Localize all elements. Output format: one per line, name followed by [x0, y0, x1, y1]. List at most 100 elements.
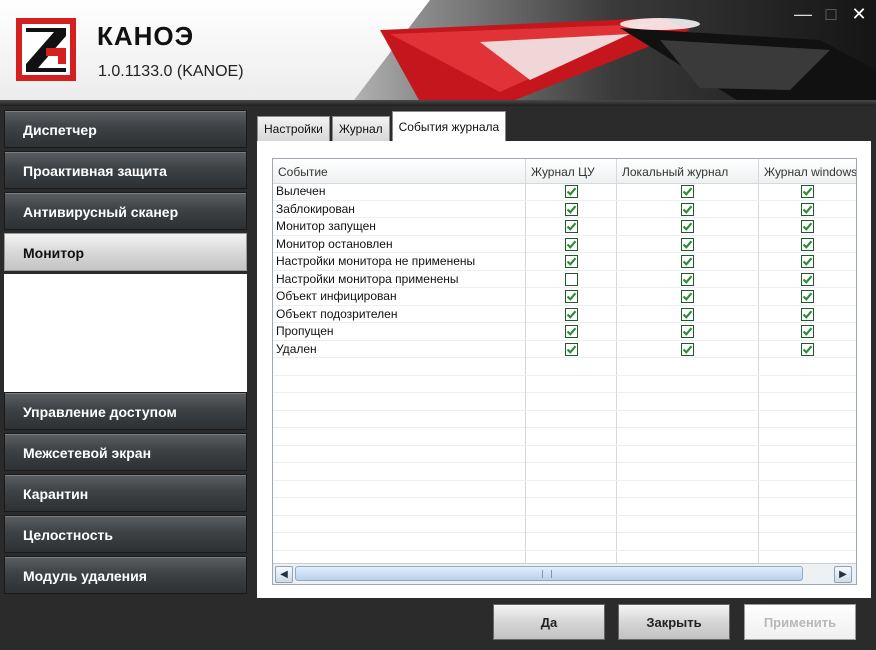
checkbox-cell	[759, 533, 856, 550]
sidebar-item-integrity[interactable]: Целостность	[4, 515, 247, 553]
checkbox-cell	[526, 218, 617, 235]
table-row: Пропущен	[273, 323, 856, 341]
log-checkbox[interactable]	[681, 237, 694, 251]
log-checkbox[interactable]	[564, 202, 578, 216]
table-row: Вылечен	[273, 183, 856, 201]
checkbox-cell	[759, 481, 856, 498]
log-checkbox[interactable]	[564, 272, 578, 286]
log-checkbox[interactable]	[801, 290, 814, 303]
log-checkbox[interactable]	[564, 237, 578, 251]
checkbox-cell	[526, 305, 617, 323]
column-header-cu-log[interactable]: Журнал ЦУ	[526, 159, 617, 183]
sidebar-item-antivirus-scanner[interactable]: Антивирусный сканер	[4, 192, 247, 230]
checkbox-cell	[617, 393, 759, 410]
checkbox-cell	[759, 288, 856, 305]
sidebar-item-proactive-protection[interactable]: Проактивная защита	[4, 151, 247, 189]
maximize-button[interactable]: □	[822, 5, 840, 24]
checkbox-cell	[526, 235, 617, 253]
log-checkbox[interactable]	[801, 325, 814, 338]
log-checkbox[interactable]	[681, 342, 694, 356]
log-checkbox[interactable]	[564, 307, 578, 321]
checkbox-cell	[617, 445, 759, 463]
event-name: Объект инфицирован	[273, 288, 526, 305]
log-checkbox[interactable]	[564, 255, 578, 268]
apply-button[interactable]: Применить	[744, 604, 856, 640]
log-checkbox[interactable]	[801, 342, 814, 356]
column-header-windows-log[interactable]: Журнал windows	[759, 159, 856, 183]
checkbox-cell	[617, 533, 759, 550]
checkbox-cell	[759, 183, 856, 200]
checkbox-cell	[617, 515, 759, 533]
sidebar-item-monitor[interactable]: Монитор	[4, 233, 247, 271]
log-checkbox[interactable]	[681, 185, 694, 198]
ok-button[interactable]: Да	[493, 604, 605, 640]
main-panel: Настройки Журнал События журнала Событие…	[257, 110, 871, 598]
event-name: Настройки монитора не применены	[273, 253, 526, 270]
checkbox-cell	[759, 236, 856, 253]
app-name: КАНОЭ	[97, 21, 195, 51]
column-header-event[interactable]: Событие	[273, 159, 526, 183]
log-checkbox[interactable]	[681, 290, 694, 303]
checkbox-cell	[759, 323, 856, 340]
sidebar-item-firewall[interactable]: Межсетевой экран	[4, 433, 247, 471]
table-row	[273, 358, 856, 376]
log-checkbox[interactable]	[801, 255, 814, 268]
sidebar-item-access-control[interactable]: Управление доступом	[4, 392, 247, 430]
tab-log[interactable]: Журнал	[331, 116, 390, 142]
checkbox-cell	[526, 200, 617, 218]
close-button[interactable]: Закрыть	[618, 604, 730, 640]
log-checkbox[interactable]	[564, 325, 578, 338]
tab-log-events[interactable]: События журнала	[391, 111, 507, 142]
log-checkbox[interactable]	[801, 202, 814, 216]
grip-icon	[542, 570, 552, 578]
table-row: Настройки монитора не применены	[273, 253, 856, 271]
event-name	[273, 533, 526, 550]
table-row: Настройки монитора применены	[273, 270, 856, 288]
close-window-button[interactable]: ✕	[850, 5, 868, 24]
log-checkbox[interactable]	[681, 202, 694, 216]
table-row: Заблокирован	[273, 200, 856, 218]
log-checkbox[interactable]	[564, 290, 578, 303]
checkbox-cell	[759, 358, 856, 375]
header-divider	[0, 100, 876, 106]
log-checkbox[interactable]	[801, 185, 814, 198]
checkbox-cell	[526, 393, 617, 410]
log-checkbox[interactable]	[681, 220, 694, 233]
log-checkbox[interactable]	[801, 237, 814, 251]
tab-settings[interactable]: Настройки	[257, 116, 330, 142]
horizontal-scrollbar[interactable]: ◀ ▶	[273, 563, 856, 584]
events-table: Событие Журнал ЦУ Локальный журнал Журна…	[272, 158, 857, 585]
log-checkbox[interactable]	[801, 220, 814, 233]
table-row: Монитор остановлен	[273, 235, 856, 253]
title-bar: КАНОЭ 1.0.1133.0 (KANOE) — □ ✕	[0, 0, 876, 102]
table-row	[273, 445, 856, 463]
sidebar-item-removal-module[interactable]: Модуль удаления	[4, 556, 247, 594]
log-checkbox[interactable]	[564, 220, 578, 233]
log-checkbox[interactable]	[801, 307, 814, 321]
minimize-button[interactable]: —	[794, 5, 812, 24]
event-name: Заблокирован	[273, 200, 526, 218]
event-name	[273, 515, 526, 533]
column-header-local-log[interactable]: Локальный журнал	[617, 159, 759, 183]
log-checkbox[interactable]	[801, 272, 814, 286]
log-checkbox[interactable]	[564, 342, 578, 356]
scrollbar-thumb[interactable]	[295, 566, 803, 581]
log-checkbox[interactable]	[564, 185, 578, 198]
sidebar-item-quarantine[interactable]: Карантин	[4, 474, 247, 512]
log-checkbox[interactable]	[681, 307, 694, 321]
checkbox-cell	[759, 253, 856, 270]
event-name: Вылечен	[273, 183, 526, 200]
event-name	[273, 480, 526, 498]
checkbox-cell	[617, 183, 759, 200]
table-row: Удален	[273, 340, 856, 358]
sidebar-item-dispatcher[interactable]: Диспетчер	[4, 110, 247, 148]
scroll-right-button[interactable]: ▶	[834, 566, 852, 583]
log-checkbox[interactable]	[681, 272, 694, 286]
table-row	[273, 533, 856, 551]
kanoe-logo	[16, 18, 76, 81]
scroll-left-button[interactable]: ◀	[275, 566, 293, 583]
log-checkbox[interactable]	[681, 255, 694, 268]
log-checkbox[interactable]	[681, 325, 694, 338]
event-name: Пропущен	[273, 323, 526, 340]
tab-content: Событие Журнал ЦУ Локальный журнал Журна…	[257, 141, 871, 598]
